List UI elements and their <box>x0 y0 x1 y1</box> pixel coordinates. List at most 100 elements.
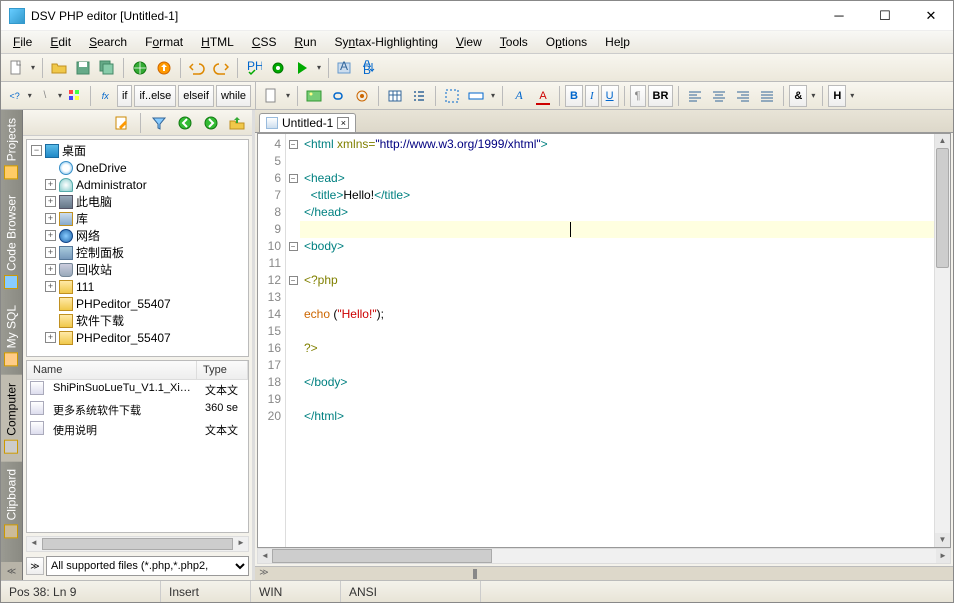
editor-area: Untitled-1 × 456789101112131415161718192… <box>255 110 953 580</box>
main-toolbar: ▾ PHP ▾ A AB <box>1 54 953 82</box>
menu-help[interactable]: Help <box>597 33 638 51</box>
side-up-button[interactable] <box>226 112 248 134</box>
paragraph-button[interactable]: ¶ <box>630 85 646 107</box>
find-button[interactable]: A <box>334 57 356 79</box>
minimize-button[interactable]: ─ <box>825 6 853 26</box>
file-icon <box>266 117 278 129</box>
menu-html[interactable]: HTML <box>193 33 242 51</box>
close-tab-button[interactable]: × <box>337 117 349 129</box>
collapse-side-button[interactable]: ≪ <box>1 562 22 580</box>
svg-text:A: A <box>340 60 348 73</box>
form-button[interactable] <box>441 85 463 107</box>
font-button[interactable]: A <box>508 85 530 107</box>
align-left-button[interactable] <box>684 85 706 107</box>
menu-run[interactable]: Run <box>287 33 325 51</box>
side-edit-button[interactable] <box>111 112 133 134</box>
save-button[interactable] <box>72 57 94 79</box>
side-filter-button[interactable] <box>148 112 170 134</box>
anchor-button[interactable] <box>351 85 373 107</box>
menu-css[interactable]: CSS <box>244 33 285 51</box>
image-button[interactable] <box>303 85 325 107</box>
link-button[interactable] <box>327 85 349 107</box>
status-pos: Pos 38: Ln 9 <box>1 581 161 602</box>
list-item[interactable]: 使用说明文本文 <box>27 420 248 440</box>
maximize-button[interactable]: ☐ <box>871 6 899 26</box>
snippet-var-button[interactable]: \ <box>35 85 54 107</box>
br-button[interactable]: BR <box>648 85 674 107</box>
underline-button[interactable]: U <box>601 85 619 107</box>
sort-button[interactable]: AB <box>358 57 380 79</box>
browser-button[interactable] <box>129 57 151 79</box>
debug-button[interactable] <box>267 57 289 79</box>
redo-button[interactable] <box>210 57 232 79</box>
run-button[interactable] <box>291 57 313 79</box>
entity-amp-button[interactable]: & <box>789 85 807 107</box>
snippet-elseif[interactable]: elseif <box>178 85 214 107</box>
menu-bar: File Edit Search Format HTML CSS Run Syn… <box>1 31 953 54</box>
code-editor[interactable]: 4567891011121314151617181920 −−−− <html … <box>257 133 951 548</box>
list-button[interactable] <box>408 85 430 107</box>
snippet-toolbar: <? ▾ \ ▾ fx if if..else elseif while <box>1 82 256 110</box>
menu-tools[interactable]: Tools <box>492 33 536 51</box>
open-button[interactable] <box>48 57 70 79</box>
menu-file[interactable]: File <box>5 33 40 51</box>
snippet-ifelse[interactable]: if..else <box>134 85 176 107</box>
hscrollbar[interactable]: ◄► <box>257 548 951 564</box>
snippet-color-button[interactable] <box>65 85 84 107</box>
undo-button[interactable] <box>186 57 208 79</box>
col-type[interactable]: Type <box>197 361 248 379</box>
line-gutter: 4567891011121314151617181920 <box>258 134 286 547</box>
file-filter-select[interactable]: All supported files (*.php,*.php2, <box>46 556 249 576</box>
fold-column[interactable]: −−−− <box>286 134 300 547</box>
menu-syntax[interactable]: Syntax-Highlighting <box>327 33 446 51</box>
italic-button[interactable]: I <box>585 85 599 107</box>
heading-button[interactable]: H <box>828 85 846 107</box>
menu-view[interactable]: View <box>448 33 490 51</box>
side-back-button[interactable] <box>174 112 196 134</box>
tab-code-browser[interactable]: Code Browser <box>1 187 22 297</box>
table-button[interactable] <box>384 85 406 107</box>
html-toolbar: ▾ ▾ A A B I U ¶ BR & ▾ H ▾ <box>256 82 953 110</box>
menu-search[interactable]: Search <box>81 33 135 51</box>
status-enc: ANSI <box>341 581 481 602</box>
col-name[interactable]: Name <box>27 361 197 379</box>
new-dropdown[interactable]: ▾ <box>29 63 37 72</box>
tab-computer[interactable]: Computer <box>1 375 22 462</box>
tab-clipboard[interactable]: Clipboard <box>1 461 22 546</box>
bold-button[interactable]: B <box>565 85 583 107</box>
bottom-tabs-collapsed[interactable]: ≫ <box>255 566 953 580</box>
editor-tab[interactable]: Untitled-1 × <box>259 113 356 132</box>
file-list[interactable]: Name Type ShiPinSuoLueTu_V1.1_XiTon...文本… <box>26 360 249 533</box>
list-item[interactable]: 更多系统软件下载360 se <box>27 400 248 420</box>
window-title: DSV PHP editor [Untitled-1] <box>31 9 825 23</box>
upload-button[interactable] <box>153 57 175 79</box>
menu-edit[interactable]: Edit <box>42 33 79 51</box>
input-button[interactable] <box>465 85 487 107</box>
menu-format[interactable]: Format <box>137 33 191 51</box>
save-all-button[interactable] <box>96 57 118 79</box>
php-check-button[interactable]: PHP <box>243 57 265 79</box>
align-justify-button[interactable] <box>756 85 778 107</box>
tab-mysql[interactable]: My SQL <box>1 297 22 374</box>
code-content[interactable]: <html xmlns="http://www.w3.org/1999/xhtm… <box>300 134 934 547</box>
snippet-while[interactable]: while <box>216 85 251 107</box>
snippet-php-button[interactable]: <? <box>5 85 24 107</box>
expand-filter-button[interactable]: ≫ <box>26 557 44 575</box>
close-button[interactable]: ✕ <box>917 6 945 26</box>
list-item[interactable]: ShiPinSuoLueTu_V1.1_XiTon...文本文 <box>27 380 248 400</box>
new-html-button[interactable] <box>260 85 282 107</box>
file-tree[interactable]: −桌面 OneDrive +Administrator +此电脑 +库 +网络 … <box>26 139 249 357</box>
side-hscroll[interactable]: ◄► <box>26 536 249 552</box>
font-color-button[interactable]: A <box>532 85 554 107</box>
align-center-button[interactable] <box>708 85 730 107</box>
vscrollbar[interactable]: ▲▼ <box>934 134 950 547</box>
run-dropdown[interactable]: ▾ <box>315 63 323 72</box>
snippet-func-button[interactable]: fx <box>96 85 115 107</box>
side-forward-button[interactable] <box>200 112 222 134</box>
side-tabs: Projects Code Browser My SQL Computer Cl… <box>1 110 23 580</box>
tab-projects[interactable]: Projects <box>1 110 22 187</box>
snippet-if[interactable]: if <box>117 85 133 107</box>
align-right-button[interactable] <box>732 85 754 107</box>
menu-options[interactable]: Options <box>538 33 595 51</box>
new-file-button[interactable] <box>5 57 27 79</box>
